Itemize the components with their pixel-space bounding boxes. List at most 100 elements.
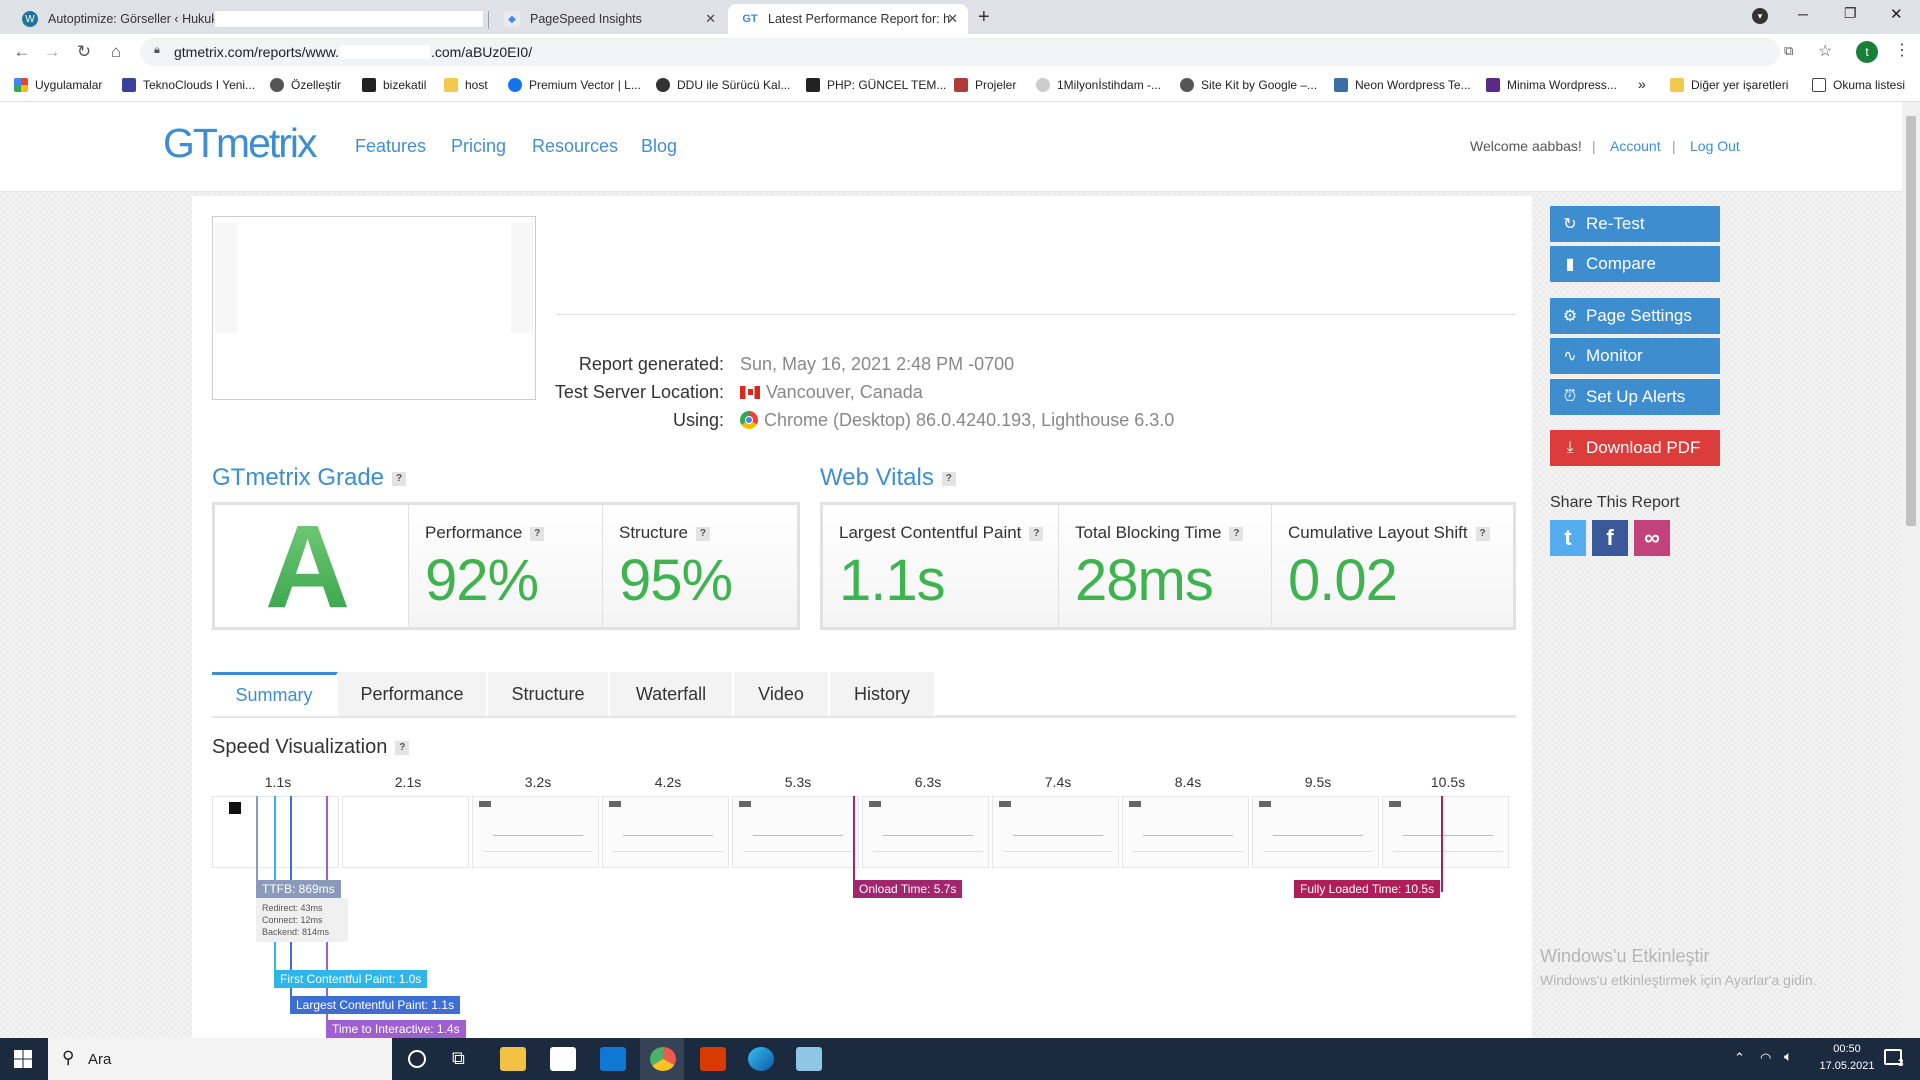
help-icon[interactable]: ? xyxy=(392,471,407,486)
task-view-icon[interactable]: ⧉ xyxy=(452,1048,465,1069)
bookmark-item[interactable]: Premium Vector | L... xyxy=(508,78,641,92)
wifi-icon[interactable]: ◠ xyxy=(1760,1050,1771,1066)
help-icon[interactable]: ? xyxy=(395,740,410,755)
forward-icon[interactable]: → xyxy=(42,42,62,62)
link-icon[interactable]: ∞ xyxy=(1634,520,1670,556)
tab-performance[interactable]: Performance xyxy=(338,672,488,716)
help-icon[interactable]: ? xyxy=(1029,526,1044,541)
gtmetrix-logo[interactable]: GTmetrix xyxy=(163,120,318,167)
help-icon[interactable]: ? xyxy=(1475,526,1490,541)
tab-history[interactable]: History xyxy=(830,672,936,716)
minimize-button[interactable]: ─ xyxy=(1798,6,1808,22)
edge-icon[interactable] xyxy=(748,1047,774,1071)
alerts-button[interactable]: ⏰︎ Set Up Alerts xyxy=(1550,379,1720,415)
filmstrip-frame[interactable] xyxy=(862,796,989,868)
page-settings-button[interactable]: ⚙ Page Settings xyxy=(1550,298,1720,334)
tab-video[interactable]: Video xyxy=(734,672,830,716)
bookmark-item[interactable]: host xyxy=(444,78,488,92)
filmstrip-frame[interactable] xyxy=(602,796,729,868)
office-icon[interactable] xyxy=(700,1047,726,1071)
help-icon[interactable]: ? xyxy=(695,526,710,541)
reload-icon[interactable]: ↻ xyxy=(74,42,94,62)
download-pdf-button[interactable]: ⤓ Download PDF xyxy=(1550,430,1720,466)
filmstrip-frame[interactable] xyxy=(1252,796,1379,868)
bookmark-item[interactable]: bizekatil xyxy=(362,78,426,92)
maximize-button[interactable]: ❐ xyxy=(1844,5,1857,22)
using-value: Chrome (Desktop) 86.0.4240.193, Lighthou… xyxy=(740,410,1174,431)
filmstrip-frame[interactable] xyxy=(1382,796,1509,868)
nav-resources[interactable]: Resources xyxy=(532,136,618,157)
fully-loaded-marker: Fully Loaded Time: 10.5s xyxy=(1294,880,1441,898)
nav-blog[interactable]: Blog xyxy=(641,136,677,157)
menu-icon[interactable]: ⋮ xyxy=(1894,40,1910,60)
grade-letter: A xyxy=(265,501,351,633)
tab-waterfall[interactable]: Waterfall xyxy=(610,672,734,716)
bookmark-item[interactable]: PHP: GÜNCEL TEM... xyxy=(806,78,946,92)
address-bar[interactable]: 🔒︎ gtmetrix.com/reports/www. .com/aBUz0E… xyxy=(140,38,1832,66)
nav-pricing[interactable]: Pricing xyxy=(451,136,506,157)
bookmark-item[interactable]: Site Kit by Google –... xyxy=(1180,78,1317,92)
window-close-button[interactable]: ✕ xyxy=(1890,5,1903,23)
clock-time[interactable]: 00:50 xyxy=(1818,1043,1876,1055)
bookmark-item[interactable]: 1Milyonİstihdam -... xyxy=(1036,78,1161,92)
tab-structure[interactable]: Structure xyxy=(488,672,610,716)
browser-tab[interactable]: ◆ PageSpeed Insights ✕ xyxy=(490,4,726,34)
filmstrip-frame[interactable] xyxy=(992,796,1119,868)
tab-summary[interactable]: Summary xyxy=(212,672,338,716)
tab-search-icon[interactable]: ▾ xyxy=(1752,8,1768,24)
store-icon[interactable] xyxy=(550,1047,576,1071)
bookmark-item[interactable]: Projeler xyxy=(954,78,1016,92)
facebook-icon[interactable]: f xyxy=(1592,520,1628,556)
back-icon[interactable]: ← xyxy=(12,42,32,62)
retest-button[interactable]: ↻ Re-Test xyxy=(1550,206,1720,242)
translate-icon[interactable]: ⧉ xyxy=(1784,43,1793,59)
page-scrollbar[interactable] xyxy=(1902,102,1920,1038)
ttfb-line xyxy=(256,796,258,892)
windows-start-icon[interactable] xyxy=(14,1050,32,1068)
bookmark-item[interactable]: TeknoClouds I Yeni... xyxy=(122,78,255,92)
browser-tab[interactable]: W Autoptimize: Görseller ‹ Hukuk xyxy=(8,4,488,34)
home-icon[interactable]: ⌂ xyxy=(106,42,126,62)
site-header: GTmetrix Features Pricing Resources Blog… xyxy=(0,102,1902,192)
volume-icon[interactable]: 🔈︎ xyxy=(1784,1048,1792,1065)
onload-line xyxy=(853,796,855,892)
tray-chevron-icon[interactable]: ⌃ xyxy=(1734,1050,1745,1066)
help-icon[interactable]: ? xyxy=(941,471,956,486)
mail-icon[interactable] xyxy=(600,1047,626,1071)
bookmark-item[interactable]: Neon Wordpress Te... xyxy=(1334,78,1471,92)
bookmark-item[interactable]: Özelleştir xyxy=(270,78,341,92)
account-link[interactable]: Account xyxy=(1610,138,1661,154)
cortana-icon[interactable] xyxy=(408,1050,426,1068)
browser-tab-active[interactable]: GT Latest Performance Report for: h ✕ xyxy=(728,4,968,34)
other-bookmarks[interactable]: Diğer yer işaretleri xyxy=(1670,78,1788,92)
logout-link[interactable]: Log Out xyxy=(1690,138,1740,154)
filmstrip-frame[interactable] xyxy=(342,796,469,868)
help-icon[interactable]: ? xyxy=(530,526,545,541)
filmstrip-frame[interactable] xyxy=(1122,796,1249,868)
twitter-icon[interactable]: t xyxy=(1550,520,1586,556)
bookmark-item[interactable]: DDU ile Sürücü Kal... xyxy=(656,78,790,92)
monitor-button[interactable]: ∿ Monitor xyxy=(1550,338,1720,374)
notepad-icon[interactable] xyxy=(796,1047,822,1071)
close-icon[interactable]: ✕ xyxy=(705,11,716,27)
bookmark-item[interactable]: Minima Wordpress... xyxy=(1486,78,1617,92)
filmstrip-frame[interactable] xyxy=(472,796,599,868)
clock-date[interactable]: 17.05.2021 xyxy=(1818,1060,1876,1072)
filmstrip-frame[interactable] xyxy=(732,796,859,868)
file-explorer-icon[interactable] xyxy=(500,1047,526,1071)
bookmark-star-icon[interactable]: ☆ xyxy=(1818,41,1832,61)
reading-list[interactable]: Okuma listesi xyxy=(1812,78,1905,92)
tab-title: Autoptimize: Görseller ‹ Hukuk xyxy=(48,12,218,26)
bookmark-apps[interactable]: Uygulamalar xyxy=(14,78,102,92)
bookmarks-overflow-icon[interactable]: » xyxy=(1638,76,1646,92)
compare-button[interactable]: ▮ Compare xyxy=(1550,246,1720,282)
welcome-text: Welcome aabbas! xyxy=(1470,138,1582,154)
close-icon[interactable]: ✕ xyxy=(947,11,958,27)
nav-features[interactable]: Features xyxy=(355,136,426,157)
profile-avatar[interactable]: t xyxy=(1856,41,1878,63)
tab-title: Latest Performance Report for: h xyxy=(768,12,950,26)
help-icon[interactable]: ? xyxy=(1229,526,1244,541)
new-tab-button[interactable]: + xyxy=(978,6,990,29)
scrollbar-thumb[interactable] xyxy=(1906,116,1916,526)
taskbar-search[interactable]: ⚲ Ara xyxy=(48,1038,392,1080)
